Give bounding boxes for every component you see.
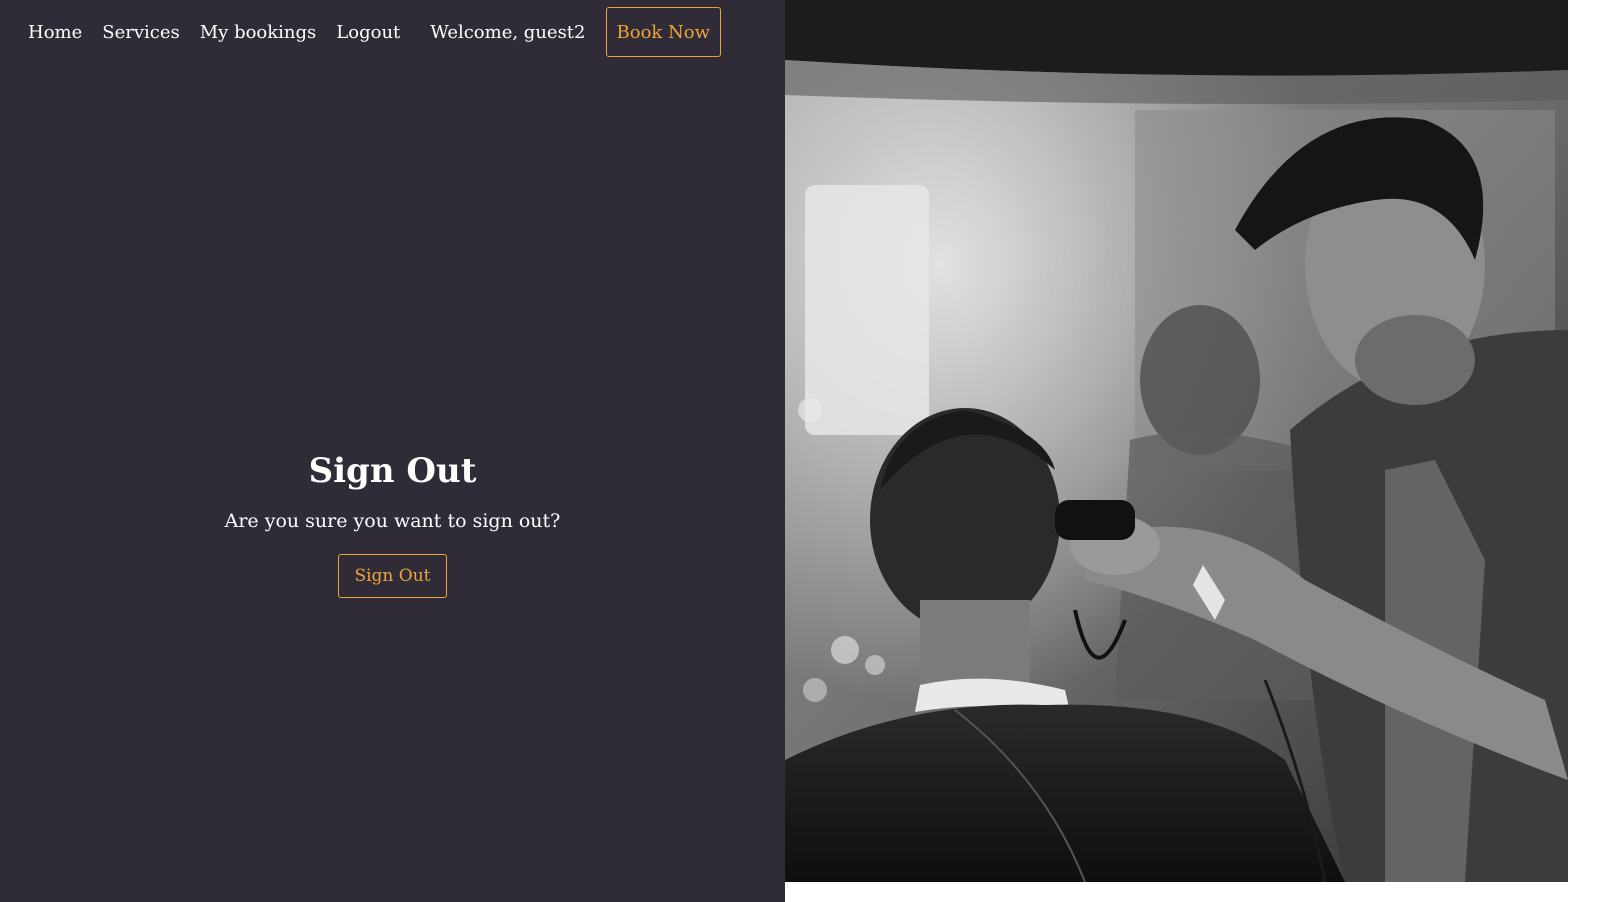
signout-prompt: Are you sure you want to sign out? — [224, 510, 561, 532]
welcome-text: Welcome, guest2 — [430, 21, 586, 43]
nav-home-link[interactable]: Home — [28, 22, 82, 43]
page-bottom-edge — [785, 882, 1604, 902]
book-now-button[interactable]: Book Now — [605, 7, 722, 57]
hero-image — [785, 0, 1568, 882]
page: Home Services My bookings Logout Welcome… — [0, 0, 1604, 902]
sign-out-button[interactable]: Sign Out — [338, 554, 447, 598]
page-title: Sign Out — [308, 451, 477, 491]
nav-services-link[interactable]: Services — [102, 22, 179, 43]
signout-section: Sign Out Are you sure you want to sign o… — [0, 448, 785, 598]
content-panel: Home Services My bookings Logout Welcome… — [0, 0, 785, 902]
top-nav: Home Services My bookings Logout Welcome… — [28, 7, 722, 57]
nav-bookings-link[interactable]: My bookings — [200, 22, 317, 43]
page-edge — [1568, 0, 1604, 902]
nav-logout-link[interactable]: Logout — [336, 22, 400, 43]
barber-photo — [785, 0, 1568, 882]
